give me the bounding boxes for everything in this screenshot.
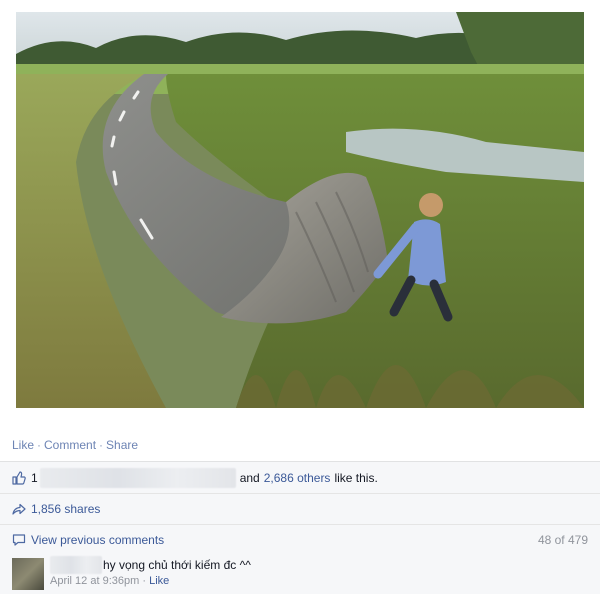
likes-prefix: 1 [31,470,38,485]
thumbs-up-icon [12,470,26,485]
share-link[interactable]: Share [106,438,138,452]
like-link[interactable]: Like [12,438,34,452]
speech-bubble-icon [12,534,26,546]
comment-link[interactable]: Comment [44,438,96,452]
comment-meta: April 12 at 9:36pm · Like [50,575,169,587]
others-like-link[interactable]: 2,686 others [264,471,331,485]
view-previous-comments-link[interactable]: View previous comments [31,533,164,547]
comment-count: 48 of 479 [537,533,588,547]
feedback-panel: 1 and 2,686 others like this. 1,856 shar… [0,461,600,594]
avatar[interactable] [12,558,44,590]
share-arrow-icon [12,503,26,515]
comment-timestamp[interactable]: April 12 at 9:36pm [50,575,139,587]
likes-row: 1 and 2,686 others like this. [0,462,600,494]
separator: · [99,438,104,452]
redacted-names [39,467,236,488]
post-photo[interactable] [16,12,584,408]
comment-like-link[interactable]: Like [149,575,169,587]
likes-suffix: like this. [334,470,378,485]
redacted-commenter-name [50,556,102,574]
likes-and: and [239,470,260,485]
road-carpet-photo [16,12,584,408]
shares-link[interactable]: 1,856 shares [31,502,100,516]
view-previous-row: View previous comments 48 of 479 [0,525,600,555]
shares-row: 1,856 shares [0,494,600,525]
separator: · [37,438,42,452]
comment-text: hy vọng chủ thới kiếm đc ^^ [103,558,251,572]
separator: · [142,575,147,587]
post-actions: Like · Comment · Share [12,438,138,452]
comment-item: hy vọng chủ thới kiếm đc ^^ April 12 at … [0,555,600,593]
